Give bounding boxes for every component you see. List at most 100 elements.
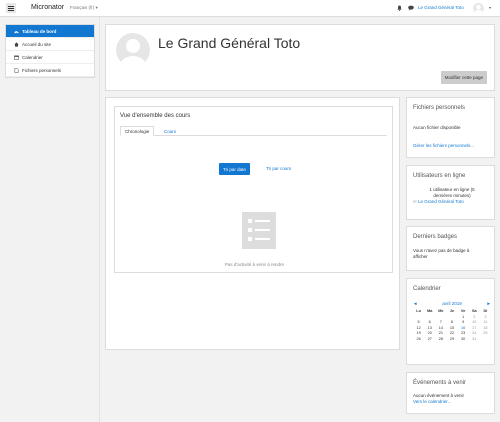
mini-calendar: ◄ avril 2019 ► Lu Ma Me Je Ve Sa Di 1 2 3 5 6 7 8 9 10 1…: [413, 301, 491, 341]
user-menu-name[interactable]: Le Grand Général Toto: [418, 5, 464, 10]
next-month-icon[interactable]: ►: [487, 301, 491, 306]
calendar-day[interactable]: 7: [435, 320, 446, 324]
calendar-day[interactable]: 28: [435, 337, 446, 341]
calendar-day[interactable]: 16: [458, 326, 469, 330]
left-drawer: Tableau de bord Accueil du site Calendri…: [0, 17, 100, 422]
calendar-month[interactable]: avril 2019: [442, 301, 462, 306]
calendar-day-header: Je: [449, 309, 455, 313]
sort-by-course-link[interactable]: Tri par cours: [266, 166, 291, 171]
calendar-icon: [14, 55, 19, 60]
bell-icon[interactable]: [397, 5, 402, 13]
calendar-day[interactable]: 27: [424, 337, 435, 341]
block-title: Fichiers personnels: [413, 105, 466, 111]
tab-courses[interactable]: Cours: [160, 126, 180, 136]
block-text: Aucun fichier disponible: [413, 125, 461, 130]
calendar-day[interactable]: 19: [413, 331, 424, 335]
calendar-day[interactable]: 30: [458, 337, 469, 341]
calendar-day[interactable]: 14: [435, 326, 446, 330]
dashboard-icon: [14, 30, 19, 33]
block-upcoming-events: Événements à venir Aucun événement à ven…: [406, 372, 495, 414]
calendar-day[interactable]: 5: [413, 320, 424, 324]
home-icon: [14, 41, 19, 47]
calendar-day[interactable]: 13: [424, 326, 435, 330]
block-online-users: Utilisateurs en ligne 1 utilisateur en l…: [406, 165, 495, 220]
block-latest-badges: Derniers badges Vous n'avez pas de badge…: [406, 226, 495, 271]
badges-text-line2: afficher: [413, 254, 428, 259]
calendar-day-header: Ma: [427, 309, 433, 313]
top-navbar: Micronator Français (fr) ▾ Le Grand Géné…: [0, 0, 500, 17]
nav-item-label: Calendrier: [22, 54, 43, 60]
calendar-day-header: Ve: [460, 309, 466, 313]
calendar-day[interactable]: 1: [458, 315, 469, 319]
calendar-day[interactable]: 24: [469, 331, 480, 335]
prev-month-icon[interactable]: ◄: [413, 301, 417, 306]
nav-item-files[interactable]: Fichiers personnels: [6, 64, 94, 77]
nav-item-label: Fichiers personnels: [22, 67, 62, 73]
calendar-day-header: Me: [438, 309, 444, 313]
chat-icon[interactable]: [408, 5, 414, 13]
calendar-day[interactable]: 21: [435, 331, 446, 335]
calendar-nav: ◄ avril 2019 ►: [413, 301, 491, 306]
calendar-day-header: Di: [483, 309, 488, 313]
calendar-day[interactable]: 6: [424, 320, 435, 324]
calendar-day[interactable]: 9: [458, 320, 469, 324]
site-brand[interactable]: Micronator: [31, 4, 64, 11]
page-title: Le Grand Général Toto: [158, 35, 301, 51]
calendar-day[interactable]: 8: [446, 320, 457, 324]
calendar-day[interactable]: 10: [469, 320, 480, 324]
block-title: Utilisateurs en ligne: [413, 173, 466, 179]
online-user-name: Le Grand Général Toto: [418, 199, 464, 204]
calendar-day-header: Sa: [471, 309, 477, 313]
calendar-day-header: Lu: [416, 309, 421, 313]
avatar[interactable]: [473, 3, 484, 14]
nav-list: Tableau de bord Accueil du site Calendri…: [5, 24, 95, 78]
calendar-day: [424, 315, 435, 319]
calendar-day[interactable]: 2: [469, 315, 480, 319]
go-to-calendar-link[interactable]: Vers le calendrier...: [413, 399, 451, 405]
tab-bar: Chronologie Cours: [120, 126, 387, 136]
block-title: Calendrier: [413, 286, 441, 292]
calendar-day[interactable]: 20: [424, 331, 435, 335]
empty-message: Pas d'activité à venir à rendre: [224, 262, 285, 267]
block-title: Vue d'ensemble des cours: [120, 113, 191, 119]
calendar-day[interactable]: 11: [480, 320, 491, 324]
block-calendar: Calendrier ◄ avril 2019 ► Lu Ma Me Je Ve Sa Di…: [406, 278, 495, 365]
nav-item-label: Accueil du site: [22, 41, 52, 47]
calendar-day[interactable]: 23: [458, 331, 469, 335]
nav-item-calendar[interactable]: Calendrier: [6, 51, 94, 64]
calendar-day[interactable]: 29: [446, 337, 457, 341]
calendar-day[interactable]: 25: [480, 331, 491, 335]
page-header: Le Grand Général Toto Modifier cette pag…: [105, 24, 495, 91]
calendar-day[interactable]: 15: [446, 326, 457, 330]
chevron-down-icon[interactable]: ▾: [489, 5, 491, 10]
calendar-day[interactable]: 3: [480, 315, 491, 319]
calendar-day[interactable]: 31: [469, 337, 480, 341]
hamburger-icon[interactable]: [6, 3, 16, 13]
tab-timeline[interactable]: Chronologie: [120, 126, 155, 136]
course-overview-block: Vue d'ensemble des cours Chronologie Cou…: [114, 106, 393, 273]
nav-item-home[interactable]: Accueil du site: [6, 38, 94, 51]
calendar-day: [413, 315, 424, 319]
calendar-day[interactable]: 12: [413, 326, 424, 330]
empty-list-icon: [242, 212, 276, 249]
nav-item-dashboard[interactable]: Tableau de bord: [6, 25, 94, 38]
main-region: Vue d'ensemble des cours Chronologie Cou…: [105, 97, 400, 350]
calendar-day: [480, 337, 491, 341]
block-title: Événements à venir: [413, 380, 467, 386]
online-user-row[interactable]: ✉ Le Grand Général Toto: [413, 199, 464, 205]
calendar-day[interactable]: 17: [469, 326, 480, 330]
calendar-day: [435, 315, 446, 319]
block-title: Derniers badges: [413, 234, 458, 240]
file-icon: [14, 67, 19, 73]
profile-avatar: [116, 33, 150, 67]
calendar-day[interactable]: 22: [446, 331, 457, 335]
language-menu[interactable]: Français (fr) ▾: [70, 5, 98, 11]
calendar-day[interactable]: 18: [480, 326, 491, 330]
calendar-day[interactable]: 26: [413, 337, 424, 341]
block-private-files: Fichiers personnels Aucun fichier dispon…: [406, 97, 495, 158]
sort-by-date-button[interactable]: Tri par date: [219, 163, 250, 175]
manage-files-link[interactable]: Gérer les fichiers personnels...: [413, 143, 474, 149]
calendar-grid: Lu Ma Me Je Ve Sa Di 1 2 3 5 6 7 8 9 10 11 12 13 14 15 16 17 18…: [413, 309, 491, 341]
edit-page-button[interactable]: Modifier cette page: [440, 71, 487, 84]
calendar-day: [446, 315, 457, 319]
